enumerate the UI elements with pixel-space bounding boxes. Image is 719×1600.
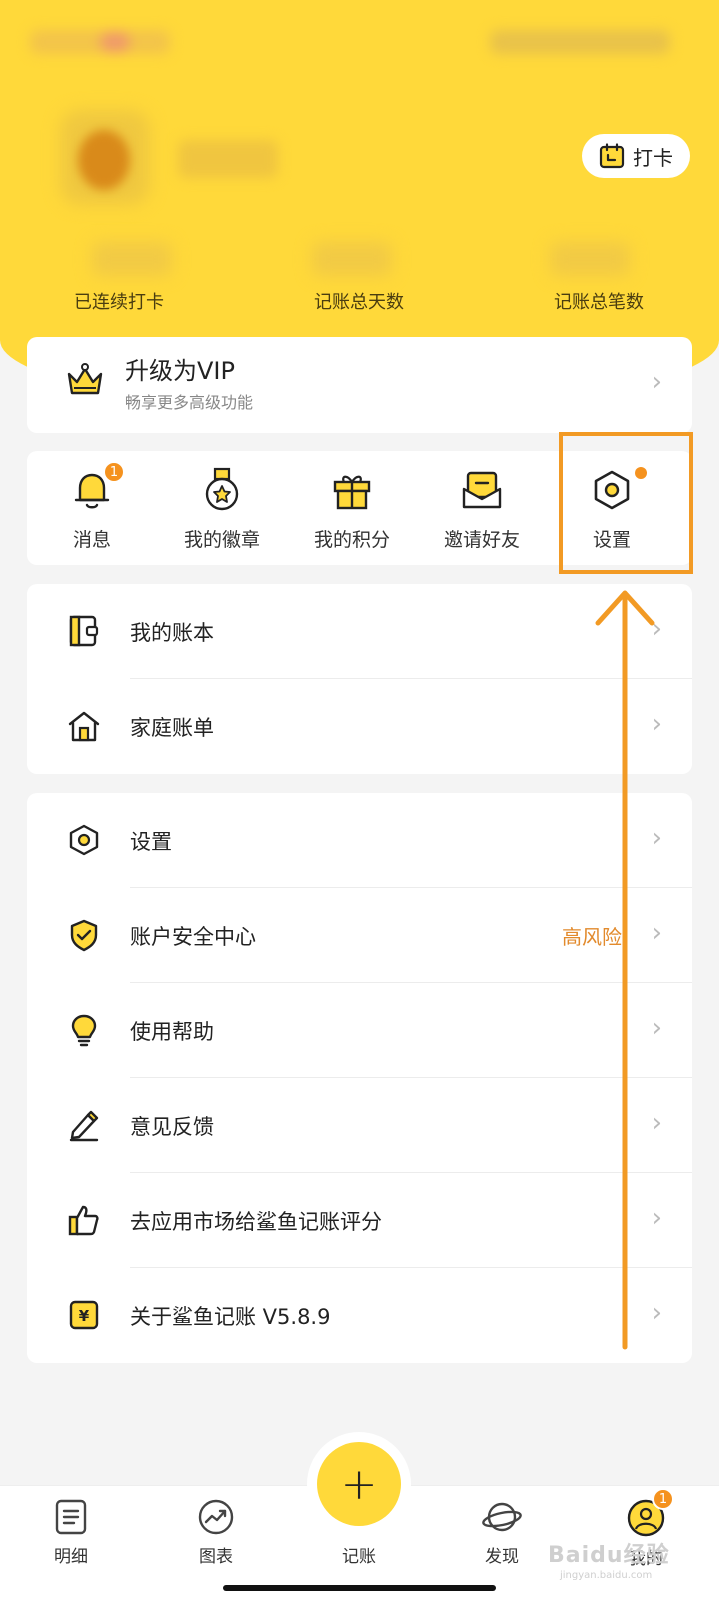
ledger-icon [67,614,101,648]
checkin-button[interactable]: 打卡 [582,134,690,178]
crown-icon [65,361,105,401]
quick-action-label: 邀请好友 [443,529,520,551]
list-item-label: 去应用市场给鲨鱼记账评分 [130,1210,382,1234]
stat-value-records-blurred [550,242,630,276]
tab-discover[interactable]: 发现 [452,1498,552,1567]
pencil-icon [67,1108,101,1142]
quick-action-badges[interactable]: 我的徽章 [167,465,277,552]
annotation-highlight-box [559,432,693,574]
quick-action-points[interactable]: 我的积分 [297,465,407,552]
vip-title: 升级为VIP [125,357,235,385]
quick-action-label: 我的徽章 [183,529,260,551]
yen-badge-icon: ¥ [67,1298,101,1332]
status-bar-right-blurred [490,30,670,54]
shield-check-icon [67,918,101,952]
list-item-label: 意见反馈 [130,1115,214,1139]
username-blurred[interactable] [178,140,278,178]
home-indicator [223,1585,496,1591]
plus-icon: + [340,1458,378,1510]
profile-badge: 1 [652,1488,674,1510]
chevron-right-icon: › [651,367,662,397]
tab-charts[interactable]: 图表 [166,1498,266,1567]
calendar-icon [599,143,625,169]
stat-label-days: 记账总天数 [314,292,404,313]
trend-chart-icon [198,1499,234,1535]
baidu-watermark-url: jingyan.baidu.com [560,1570,653,1581]
lightbulb-icon [67,1013,101,1047]
medal-icon [202,467,242,513]
stat-value-streak-blurred [92,242,172,276]
list-item-label: 设置 [130,830,172,854]
tab-label: 发现 [485,1547,519,1567]
add-record-button[interactable]: + [317,1442,401,1526]
tab-label: 图表 [199,1547,233,1567]
list-document-icon [55,1499,87,1535]
house-icon [67,709,101,743]
thumbs-up-icon [67,1203,101,1237]
avatar[interactable] [78,130,130,190]
list-item-label: 账户安全中心 [130,925,256,949]
quick-action-invite[interactable]: 邀请好友 [427,465,537,552]
list-item-label: 家庭账单 [130,716,214,740]
svg-text:¥: ¥ [79,1307,90,1325]
stat-label-streak: 已连续打卡 [74,292,164,313]
status-bar-left-blurred [30,30,170,54]
planet-icon [482,1502,522,1532]
stat-label-records: 记账总笔数 [554,292,644,313]
annotation-arrow [595,590,655,1350]
settings-hexagon-icon [67,823,101,857]
invite-envelope-icon [461,469,503,511]
list-item-label: 关于鲨鱼记账 V5.8.9 [130,1305,331,1329]
quick-action-messages[interactable]: 1 消息 [37,461,147,552]
quick-action-label: 消息 [72,529,111,551]
list-item-label: 使用帮助 [130,1020,214,1044]
tab-details[interactable]: 明细 [21,1498,121,1567]
vip-subtitle: 畅享更多高级功能 [125,393,254,412]
checkin-label: 打卡 [633,145,673,170]
tab-label: 明细 [54,1547,88,1567]
gift-icon [331,468,373,512]
baidu-watermark: Baidu经验 [548,1543,670,1568]
tab-label-record: 记账 [342,1547,376,1567]
quick-action-label: 我的积分 [313,529,390,551]
stat-value-days-blurred [312,242,392,276]
list-item-label: 我的账本 [130,621,214,645]
message-badge: 1 [103,461,125,483]
vip-upgrade-card[interactable]: 升级为VIP 畅享更多高级功能 › [27,337,692,433]
